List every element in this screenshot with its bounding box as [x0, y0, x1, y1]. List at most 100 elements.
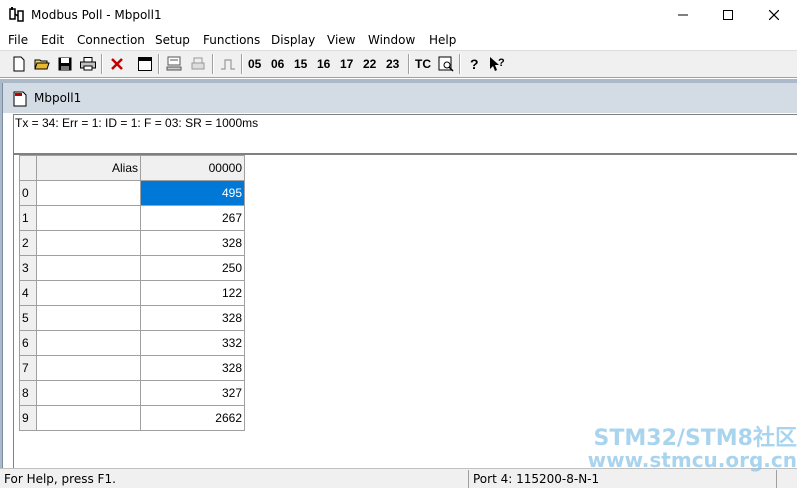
watermark: STM32/STM8社区 www.stmcu.org.cn [565, 426, 797, 472]
maximize-button[interactable] [705, 0, 751, 30]
register-value-cell[interactable]: 328 [140, 355, 245, 381]
register-value-cell[interactable]: 327 [140, 380, 245, 406]
read-write-disabled-button[interactable] [188, 54, 208, 74]
toolbar: 05 06 15 16 17 22 23 TC ? ? [0, 50, 797, 78]
open-button[interactable] [32, 54, 52, 74]
maximize-icon [723, 10, 733, 20]
row-header[interactable]: 7 [19, 355, 37, 381]
toolbar-separator [158, 54, 160, 74]
svg-text:?: ? [470, 56, 479, 72]
function-15-button[interactable]: 15 [294, 57, 307, 71]
menu-setup[interactable]: Setup [155, 33, 190, 47]
register-value-cell[interactable]: 495 [140, 180, 245, 206]
pulse-icon [221, 59, 235, 70]
function-22-button[interactable]: 22 [363, 57, 376, 71]
data-grid-area: Alias 00000 0 495 1 267 2 328 3 250 4 122 5 328 6 332… [13, 154, 797, 468]
traffic-button[interactable]: TC [415, 57, 431, 71]
function-05-button[interactable]: 05 [248, 57, 261, 71]
window-title: Modbus Poll - Mbpoll1 [31, 8, 162, 22]
alias-cell[interactable] [36, 280, 141, 306]
question-mark-icon: ? [470, 56, 479, 72]
row-header[interactable]: 0 [19, 180, 37, 206]
communication-button[interactable] [436, 54, 456, 74]
port-status: Port 4: 115200-8-N-1 [473, 472, 600, 486]
minimize-button[interactable] [660, 0, 706, 30]
printer-disabled-icon [191, 57, 205, 70]
row-header[interactable]: 8 [19, 380, 37, 406]
watermark-line2: www.stmcu.org.cn [587, 448, 797, 472]
row-header[interactable]: 2 [19, 230, 37, 256]
alias-cell[interactable] [36, 305, 141, 331]
save-button[interactable] [55, 54, 75, 74]
minimize-icon [678, 14, 688, 16]
function-17-button[interactable]: 17 [340, 57, 353, 71]
disconnect-button[interactable] [107, 54, 127, 74]
table-row: 9 2662 [19, 405, 245, 431]
alias-cell[interactable] [36, 230, 141, 256]
register-value-cell[interactable]: 2662 [140, 405, 245, 431]
register-value-cell[interactable]: 267 [140, 205, 245, 231]
search-document-icon [438, 56, 454, 72]
alias-cell[interactable] [36, 355, 141, 381]
alias-cell[interactable] [36, 180, 141, 206]
svg-text:?: ? [498, 57, 505, 69]
function-16-button[interactable]: 16 [317, 57, 330, 71]
corner-header [19, 155, 37, 181]
new-button[interactable] [9, 54, 29, 74]
toolbar-separator [408, 54, 410, 74]
table-row: 8 327 [19, 380, 245, 406]
toolbar-separator [101, 54, 103, 74]
print-button[interactable] [78, 54, 98, 74]
row-header[interactable]: 5 [19, 305, 37, 331]
alias-column-header[interactable]: Alias [36, 155, 141, 181]
register-value-cell[interactable]: 328 [140, 305, 245, 331]
help-button[interactable]: ? [464, 54, 484, 74]
register-value-cell[interactable]: 122 [140, 280, 245, 306]
context-help-button[interactable]: ? [487, 54, 507, 74]
child-title-bar[interactable]: Mbpoll1 [3, 83, 797, 113]
alias-cell[interactable] [36, 255, 141, 281]
mdi-workspace: Mbpoll1 Tx = 34: Err = 1: ID = 1: F = 03… [0, 79, 797, 468]
menu-display[interactable]: Display [271, 33, 315, 47]
menu-functions[interactable]: Functions [203, 33, 260, 47]
toolbar-separator [241, 54, 243, 74]
help-hint: For Help, press F1. [4, 472, 116, 486]
table-row: 1 267 [19, 205, 245, 231]
document-icon [13, 91, 27, 107]
function-06-button[interactable]: 06 [271, 57, 284, 71]
table-header-row: Alias 00000 [19, 155, 245, 181]
row-header[interactable]: 1 [19, 205, 37, 231]
register-value-cell[interactable]: 328 [140, 230, 245, 256]
poll-status-text: Tx = 34: Err = 1: ID = 1: F = 03: SR = 1… [15, 116, 259, 130]
register-table: Alias 00000 0 495 1 267 2 328 3 250 4 122 5 328 6 332… [19, 155, 245, 431]
function-23-button[interactable]: 23 [386, 57, 399, 71]
close-button[interactable] [751, 0, 797, 30]
menu-file[interactable]: File [8, 33, 28, 47]
row-header[interactable]: 6 [19, 330, 37, 356]
table-row: 6 332 [19, 330, 245, 356]
watermark-line1: STM32/STM8社区 [593, 426, 797, 451]
menu-view[interactable]: View [327, 33, 355, 47]
address-column-header[interactable]: 00000 [140, 155, 245, 181]
row-header[interactable]: 4 [19, 280, 37, 306]
row-header[interactable]: 9 [19, 405, 37, 431]
alias-cell[interactable] [36, 205, 141, 231]
toolbar-separator [459, 54, 461, 74]
read-write-button[interactable] [164, 54, 184, 74]
register-value-cell[interactable]: 332 [140, 330, 245, 356]
menu-window[interactable]: Window [368, 33, 415, 47]
status-divider [776, 470, 777, 488]
alias-cell[interactable] [36, 380, 141, 406]
menu-edit[interactable]: Edit [41, 33, 64, 47]
menu-help[interactable]: Help [429, 33, 456, 47]
menu-connection[interactable]: Connection [77, 33, 145, 47]
register-value-cell[interactable]: 250 [140, 255, 245, 281]
new-window-button[interactable] [135, 54, 155, 74]
status-divider [468, 470, 469, 488]
row-header[interactable]: 3 [19, 255, 37, 281]
printer-icon [80, 57, 96, 71]
table-row: 5 328 [19, 305, 245, 331]
pulse-button[interactable] [218, 54, 238, 74]
alias-cell[interactable] [36, 405, 141, 431]
alias-cell[interactable] [36, 330, 141, 356]
